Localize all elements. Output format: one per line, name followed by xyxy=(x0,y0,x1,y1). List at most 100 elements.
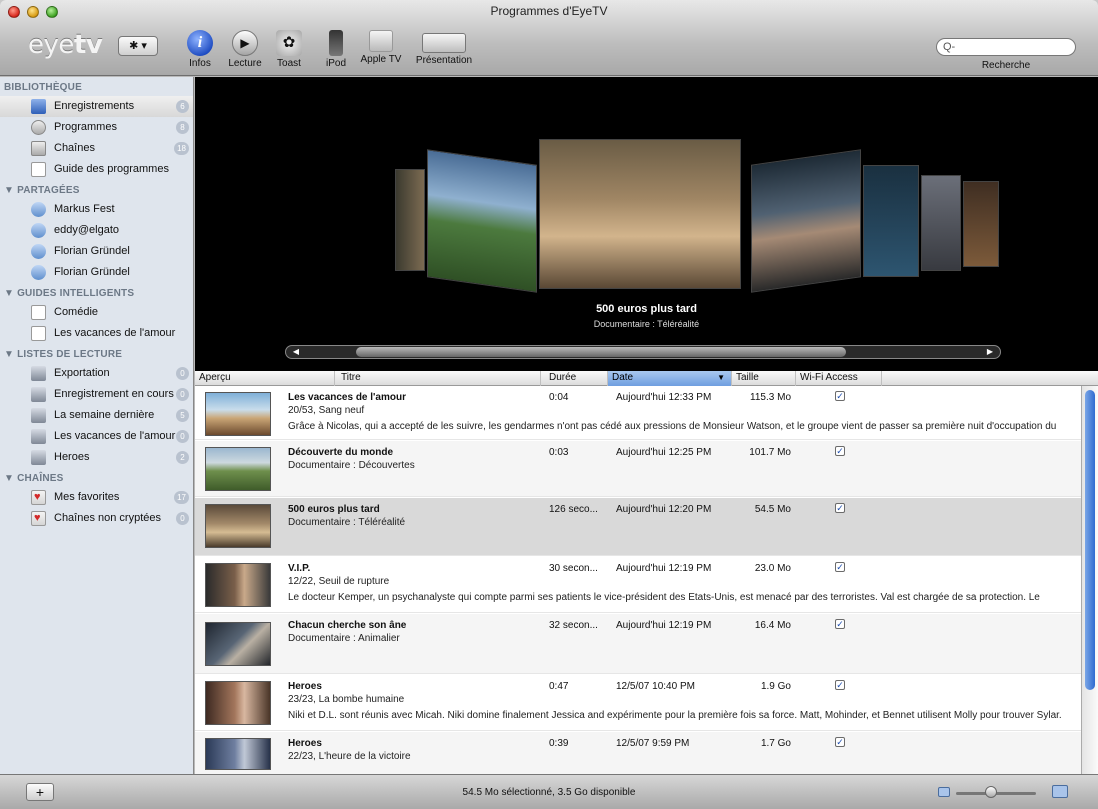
scroll-right-arrow-icon[interactable]: ▶ xyxy=(982,346,998,358)
row-size: 1.7 Go xyxy=(760,738,791,749)
smart-guide-icon xyxy=(31,326,46,341)
coverflow-scrollbar[interactable]: ◀ ▶ xyxy=(285,345,1001,359)
coverflow-scroll-thumb[interactable] xyxy=(356,347,846,357)
scroll-left-arrow-icon[interactable]: ◀ xyxy=(288,346,304,358)
wifi-checkbox[interactable]: ✓ xyxy=(835,680,845,690)
info-icon: i xyxy=(187,30,213,56)
col-date[interactable]: Date ▼ xyxy=(608,371,732,386)
table-row[interactable]: Chacun cherche son âne Documentaire : An… xyxy=(195,614,1081,674)
sidebar-item-guide[interactable]: Guide des programmes xyxy=(0,159,193,180)
heart-icon xyxy=(31,508,46,529)
col-taille[interactable]: Taille xyxy=(732,371,796,386)
action-menu-button[interactable]: ✱ ▾ xyxy=(118,36,158,56)
slider-knob[interactable] xyxy=(985,786,997,798)
cover-card[interactable] xyxy=(427,149,537,293)
row-subtitle: 20/53, Sang neuf xyxy=(288,405,365,416)
count-badge: 0 xyxy=(176,430,189,443)
section-chaines[interactable]: ▼ CHAÎNES xyxy=(0,468,193,487)
thumbnail xyxy=(205,447,271,491)
table-row[interactable]: V.I.P. 12/22, Seuil de rupture Le docteu… xyxy=(195,557,1081,613)
ipod-icon xyxy=(329,30,343,56)
sidebar-item-shared[interactable]: Markus Fest xyxy=(0,199,193,220)
ipod-button[interactable]: iPod xyxy=(322,30,350,69)
playlist-icon xyxy=(31,408,46,423)
sidebar-item-programmes[interactable]: Programmes 8 xyxy=(0,117,193,138)
count-badge: 18 xyxy=(174,142,189,155)
sidebar-item-chaines[interactable]: Chaînes 18 xyxy=(0,138,193,159)
cover-flow[interactable]: 500 euros plus tard Documentaire : Télér… xyxy=(195,77,1098,371)
row-duration: 0:39 xyxy=(549,738,569,749)
infos-button[interactable]: i Infos xyxy=(186,30,214,69)
row-title: Les vacances de l'amour xyxy=(288,392,406,403)
guide-icon xyxy=(31,162,46,177)
col-wifi[interactable]: Wi-Fi Access xyxy=(796,371,882,386)
wifi-checkbox[interactable]: ✓ xyxy=(835,446,845,456)
sidebar-item-playlist[interactable]: Enregistrement en cours 0 xyxy=(0,384,193,405)
count-badge: 8 xyxy=(176,121,189,134)
count-badge: 6 xyxy=(176,100,189,113)
cover-card[interactable] xyxy=(963,181,999,267)
count-badge: 0 xyxy=(176,367,189,380)
list-scrollbar[interactable] xyxy=(1081,386,1098,774)
shared-library-icon xyxy=(31,202,46,217)
cover-card[interactable] xyxy=(863,165,919,277)
cover-card[interactable] xyxy=(395,169,425,271)
wifi-checkbox[interactable]: ✓ xyxy=(835,391,845,401)
lecture-button[interactable]: ▶ Lecture xyxy=(226,30,264,69)
list-scroll-thumb[interactable] xyxy=(1085,390,1095,690)
wifi-checkbox[interactable]: ✓ xyxy=(835,562,845,572)
cover-card-selected[interactable] xyxy=(539,139,741,289)
row-size: 1.9 Go xyxy=(760,681,791,692)
cover-card[interactable] xyxy=(921,175,961,271)
table-row[interactable]: Découverte du monde Documentaire : Décou… xyxy=(195,441,1081,497)
eyetv-window: Programmes d'EyeTV eyetv ✱ ▾ i Infos ▶ L… xyxy=(0,0,1098,809)
row-description: Le docteur Kemper, un psychanalyste qui … xyxy=(288,592,1040,603)
table-row[interactable]: Heroes 23/23, La bombe humaine Niki et D… xyxy=(195,675,1081,731)
wifi-checkbox[interactable]: ✓ xyxy=(835,503,845,513)
shared-library-icon xyxy=(31,223,46,238)
thumbnail xyxy=(205,681,271,725)
col-titre[interactable]: Titre xyxy=(335,371,541,386)
sidebar-item-playlist[interactable]: Les vacances de l'amour 0 xyxy=(0,426,193,447)
sidebar-item-shared[interactable]: Florian Gründel xyxy=(0,241,193,262)
row-subtitle: 12/22, Seuil de rupture xyxy=(288,576,390,587)
sidebar-item-shared[interactable]: Florian Gründel xyxy=(0,262,193,283)
toast-button[interactable]: ✿ Toast xyxy=(274,30,304,69)
col-apercu[interactable]: Aperçu xyxy=(195,371,335,386)
row-date: 12/5/07 10:40 PM xyxy=(616,681,695,692)
sidebar-item-enregistrements[interactable]: Enregistrements 6 xyxy=(0,96,193,117)
sidebar-item-free-channels[interactable]: Chaînes non cryptées0 xyxy=(0,508,193,529)
section-listes-de-lecture[interactable]: ▼ LISTES DE LECTURE xyxy=(0,344,193,363)
section-guides-intelligents[interactable]: ▼ GUIDES INTELLIGENTS xyxy=(0,283,193,302)
thumbnail xyxy=(205,392,271,436)
row-duration: 0:03 xyxy=(549,447,569,458)
col-duree[interactable]: Durée xyxy=(545,371,608,386)
sidebar-item-favorites[interactable]: Mes favorites17 xyxy=(0,487,193,508)
row-size: 54.5 Mo xyxy=(754,504,791,515)
cover-card[interactable] xyxy=(751,149,861,293)
table-row-selected[interactable]: 500 euros plus tard Documentaire : Télér… xyxy=(195,498,1081,556)
row-duration: 32 secon... xyxy=(549,620,598,631)
apple-tv-button[interactable]: Apple TV xyxy=(356,30,406,65)
row-size: 23.0 Mo xyxy=(754,563,791,574)
sidebar-item-playlist[interactable]: La semaine dernière 5 xyxy=(0,405,193,426)
section-bibliotheque[interactable]: BIBLIOTHÈQUE xyxy=(0,77,193,96)
section-partagees[interactable]: ▼ PARTAGÉES xyxy=(0,180,193,199)
table-row[interactable]: Heroes 22/23, L'heure de la victoire 0:3… xyxy=(195,732,1081,774)
sidebar-item-smart-guide[interactable]: Comédie xyxy=(0,302,193,323)
sidebar-item-playlist[interactable]: Heroes 2 xyxy=(0,447,193,468)
presentation-toggle[interactable]: Présentation xyxy=(414,30,474,66)
table-row[interactable]: Les vacances de l'amour 20/53, Sang neuf… xyxy=(195,386,1081,440)
wifi-checkbox[interactable]: ✓ xyxy=(835,737,845,747)
search-input[interactable]: Q- xyxy=(936,38,1076,56)
sidebar-item-shared[interactable]: eddy@elgato xyxy=(0,220,193,241)
row-title: Heroes xyxy=(288,738,322,749)
row-subtitle: Documentaire : Découvertes xyxy=(288,460,415,471)
sidebar-item-smart-guide[interactable]: Les vacances de l'amour xyxy=(0,323,193,344)
wifi-checkbox[interactable]: ✓ xyxy=(835,619,845,629)
sidebar: BIBLIOTHÈQUE Enregistrements 6 Programmes… xyxy=(0,77,194,774)
clock-icon xyxy=(31,120,46,135)
toast-icon: ✿ xyxy=(276,30,302,56)
sidebar-item-playlist[interactable]: Exportation 0 xyxy=(0,363,193,384)
row-date: Aujourd'hui 12:33 PM xyxy=(616,392,712,403)
